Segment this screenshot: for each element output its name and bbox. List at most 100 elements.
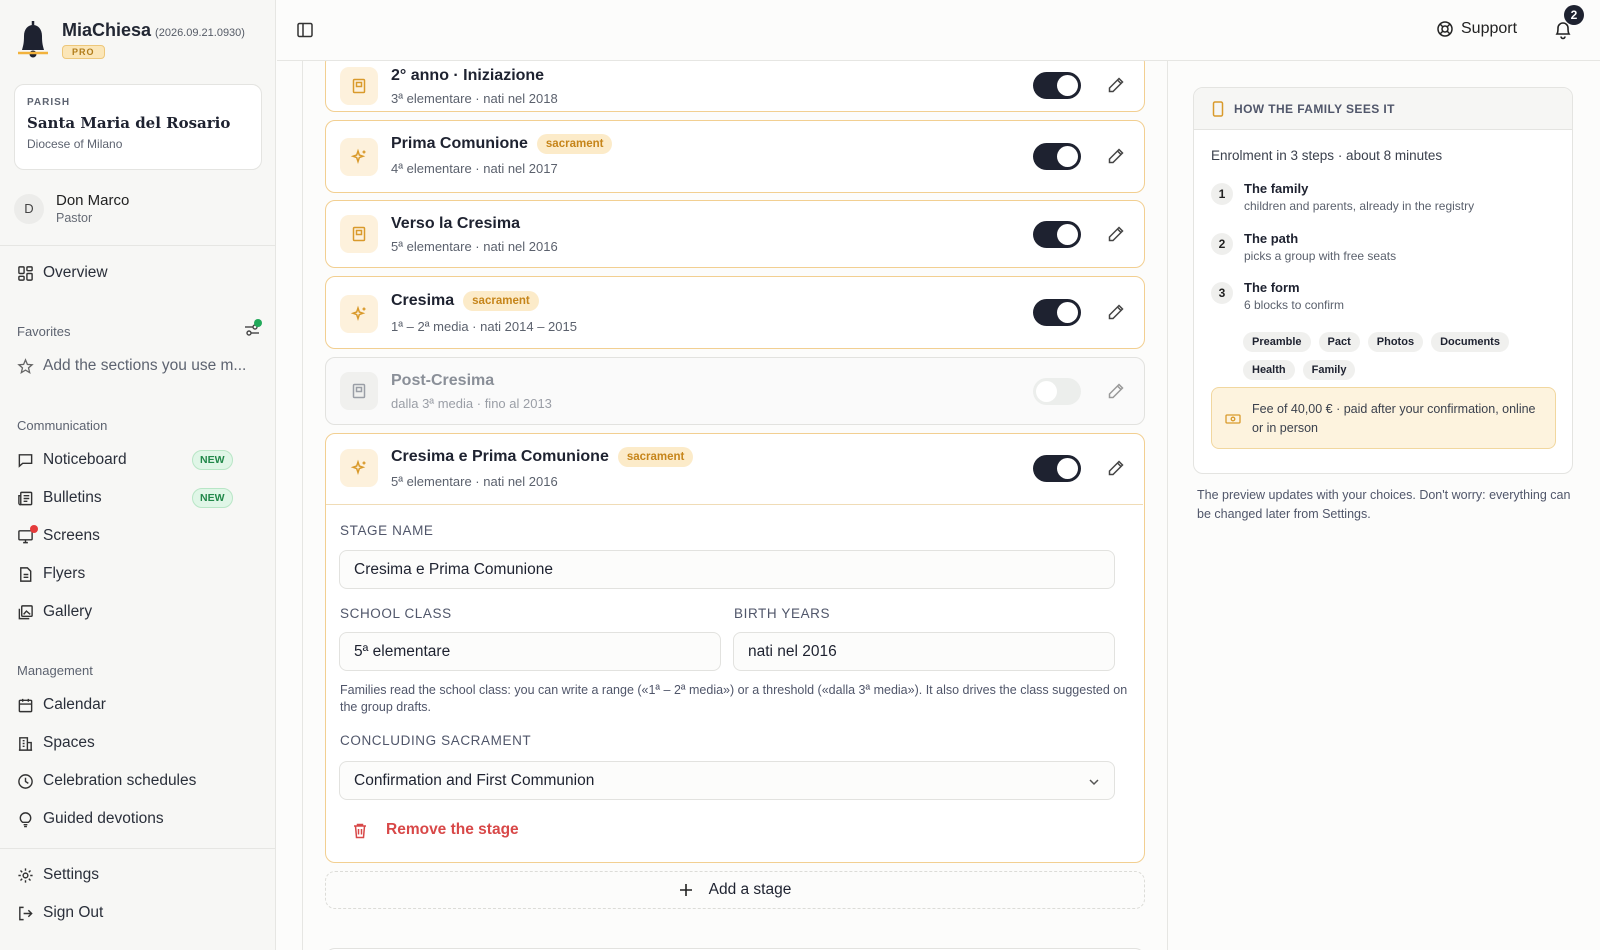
- trash-icon: [354, 823, 366, 838]
- nav-bulletins[interactable]: Bulletins: [17, 489, 102, 507]
- form-block-chip: Family: [1302, 360, 1356, 380]
- nav-overview-label: Overview: [43, 264, 108, 281]
- school-class-label: SCHOOL CLASS: [340, 606, 452, 621]
- form-block-chip: Preamble: [1243, 332, 1311, 352]
- preview-header-label: HOW THE FAMILY SEES IT: [1234, 101, 1395, 116]
- form-blocks-chips: Preamble Pact Photos Documents Health Fa…: [1243, 332, 1543, 380]
- birth-years-input[interactable]: nati nel 2016: [733, 632, 1115, 671]
- preview-step: 3 The form 6 blocks to confirm: [1211, 280, 1344, 312]
- lifebuoy-icon: [1437, 21, 1453, 37]
- banknote-icon: [1225, 414, 1241, 424]
- new-badge: NEW: [192, 450, 233, 470]
- step-title: The form: [1244, 280, 1300, 295]
- nav-flyers[interactable]: Flyers: [17, 565, 85, 583]
- add-stage-button[interactable]: Add a stage: [325, 871, 1145, 909]
- form-block-chip: Health: [1243, 360, 1295, 380]
- favorites-label: Favorites: [17, 324, 71, 339]
- nav-gallery[interactable]: Gallery: [17, 603, 92, 621]
- form-block-chip: Documents: [1431, 332, 1509, 352]
- app-version: (2026.09.21.0930): [155, 27, 245, 39]
- stages-list: 2° anno · Iniziazione 3ª elementare · na…: [302, 61, 1168, 950]
- edit-pencil-icon[interactable]: [1107, 459, 1125, 477]
- nav-calendar[interactable]: Calendar: [17, 696, 106, 714]
- management-label: Management: [17, 663, 93, 678]
- stage-enabled-toggle[interactable]: [1033, 378, 1081, 405]
- support-label: Support: [1461, 20, 1518, 37]
- stage-card[interactable]: Verso la Cresima 5ª elementare · nati ne…: [325, 200, 1145, 268]
- stage-card-expanded[interactable]: Cresima e Prima Comunione sacrament 5ª el…: [325, 433, 1145, 863]
- edit-pencil-icon[interactable]: [1107, 382, 1125, 400]
- nav-spaces-label: Spaces: [43, 734, 95, 751]
- divider: [0, 245, 276, 246]
- nav-celebration-schedules[interactable]: Celebration schedules: [17, 772, 196, 790]
- dashboard-icon: [18, 265, 33, 281]
- nav-guided-devotions-label: Guided devotions: [43, 810, 164, 827]
- edit-pencil-icon[interactable]: [1107, 76, 1125, 94]
- smartphone-icon: [1212, 100, 1224, 117]
- stage-enabled-toggle[interactable]: [1033, 221, 1081, 248]
- sidebar-toggle-icon[interactable]: [296, 21, 314, 39]
- calendar-icon: [18, 698, 33, 712]
- favorites-hint-label: Add the sections you use m...: [43, 357, 247, 374]
- nav-overview[interactable]: Overview: [17, 264, 108, 282]
- favorites-indicator-dot: [254, 319, 262, 327]
- images-icon: [18, 604, 33, 619]
- preview-header: HOW THE FAMILY SEES IT: [1194, 88, 1572, 130]
- book-icon: [340, 372, 378, 410]
- parish-diocese: Diocese of Milano: [27, 137, 123, 151]
- stage-card[interactable]: Prima Comunione sacrament 4ª elementare ·…: [325, 120, 1145, 193]
- step-description: 6 blocks to confirm: [1244, 298, 1345, 312]
- nav-noticeboard-label: Noticeboard: [43, 451, 127, 468]
- nav-celebration-schedules-label: Celebration schedules: [43, 772, 197, 789]
- notifications-count: 2: [1564, 5, 1584, 25]
- book-icon: [340, 67, 378, 105]
- support-button[interactable]: Support: [1436, 20, 1517, 38]
- chevron-down-icon: [1089, 779, 1099, 786]
- stage-card[interactable]: 2° anno · Iniziazione 3ª elementare · na…: [325, 61, 1145, 112]
- file-text-icon: [20, 566, 32, 582]
- stage-subtitle: 5ª elementare · nati nel 2016: [391, 474, 558, 489]
- stage-name-input[interactable]: Cresima e Prima Comunione: [339, 550, 1115, 589]
- stage-title: Post-Cresima: [391, 372, 495, 389]
- stage-card[interactable]: Cresima sacrament 1ª – 2ª media · nati 20…: [325, 276, 1145, 349]
- stage-subtitle: 5ª elementare · nati nel 2016: [391, 239, 558, 254]
- edit-pencil-icon[interactable]: [1107, 147, 1125, 165]
- stage-title: Prima Comunione: [391, 135, 528, 152]
- stage-enabled-toggle[interactable]: [1033, 143, 1081, 170]
- stage-enabled-toggle[interactable]: [1033, 455, 1081, 482]
- concluding-sacrament-select[interactable]: Confirmation and First Communion: [339, 761, 1115, 800]
- nav-spaces[interactable]: Spaces: [17, 734, 95, 752]
- stage-enabled-toggle[interactable]: [1033, 72, 1081, 99]
- nav-settings[interactable]: Settings: [17, 866, 99, 884]
- remove-stage-button[interactable]: Remove the stage: [352, 821, 519, 839]
- school-class-help: Families read the school class: you can …: [340, 683, 1128, 714]
- divider: [326, 504, 1143, 505]
- brand[interactable]: MiaChiesa (2026.09.21.0930) PRO: [16, 20, 245, 60]
- favorites-hint[interactable]: Add the sections you use m...: [17, 357, 246, 375]
- lightbulb-icon: [19, 811, 32, 827]
- preview-card: HOW THE FAMILY SEES IT Enrolment in 3 st…: [1193, 87, 1573, 474]
- user-menu[interactable]: D Don Marco Pastor: [14, 192, 129, 225]
- star-icon: [17, 357, 34, 374]
- plus-icon: [679, 884, 692, 896]
- edit-pencil-icon[interactable]: [1107, 225, 1125, 243]
- nav-bulletins-label: Bulletins: [43, 489, 102, 506]
- edit-pencil-icon[interactable]: [1107, 303, 1125, 321]
- nav-sign-out[interactable]: Sign Out: [17, 904, 103, 922]
- step-number: 1: [1211, 183, 1233, 205]
- parish-switcher[interactable]: PARISH Santa Maria del Rosario Diocese o…: [14, 84, 262, 170]
- step-number: 2: [1211, 233, 1233, 255]
- sacrament-badge: sacrament: [463, 291, 539, 311]
- school-class-input[interactable]: 5ª elementare: [339, 632, 721, 671]
- nav-noticeboard[interactable]: Noticeboard: [17, 451, 127, 469]
- screens-alert-dot: [30, 525, 38, 533]
- stage-enabled-toggle[interactable]: [1033, 299, 1081, 326]
- form-block-chip: Photos: [1367, 332, 1424, 352]
- stage-card[interactable]: Post-Cresima dalla 3ª media · fino al 20…: [325, 357, 1145, 425]
- stage-name-label: STAGE NAME: [340, 523, 434, 538]
- clock-icon: [18, 773, 33, 789]
- step-description: picks a group with free seats: [1244, 249, 1397, 263]
- nav-guided-devotions[interactable]: Guided devotions: [17, 810, 164, 828]
- step-title: The path: [1244, 231, 1299, 246]
- step-title: The family: [1244, 181, 1309, 196]
